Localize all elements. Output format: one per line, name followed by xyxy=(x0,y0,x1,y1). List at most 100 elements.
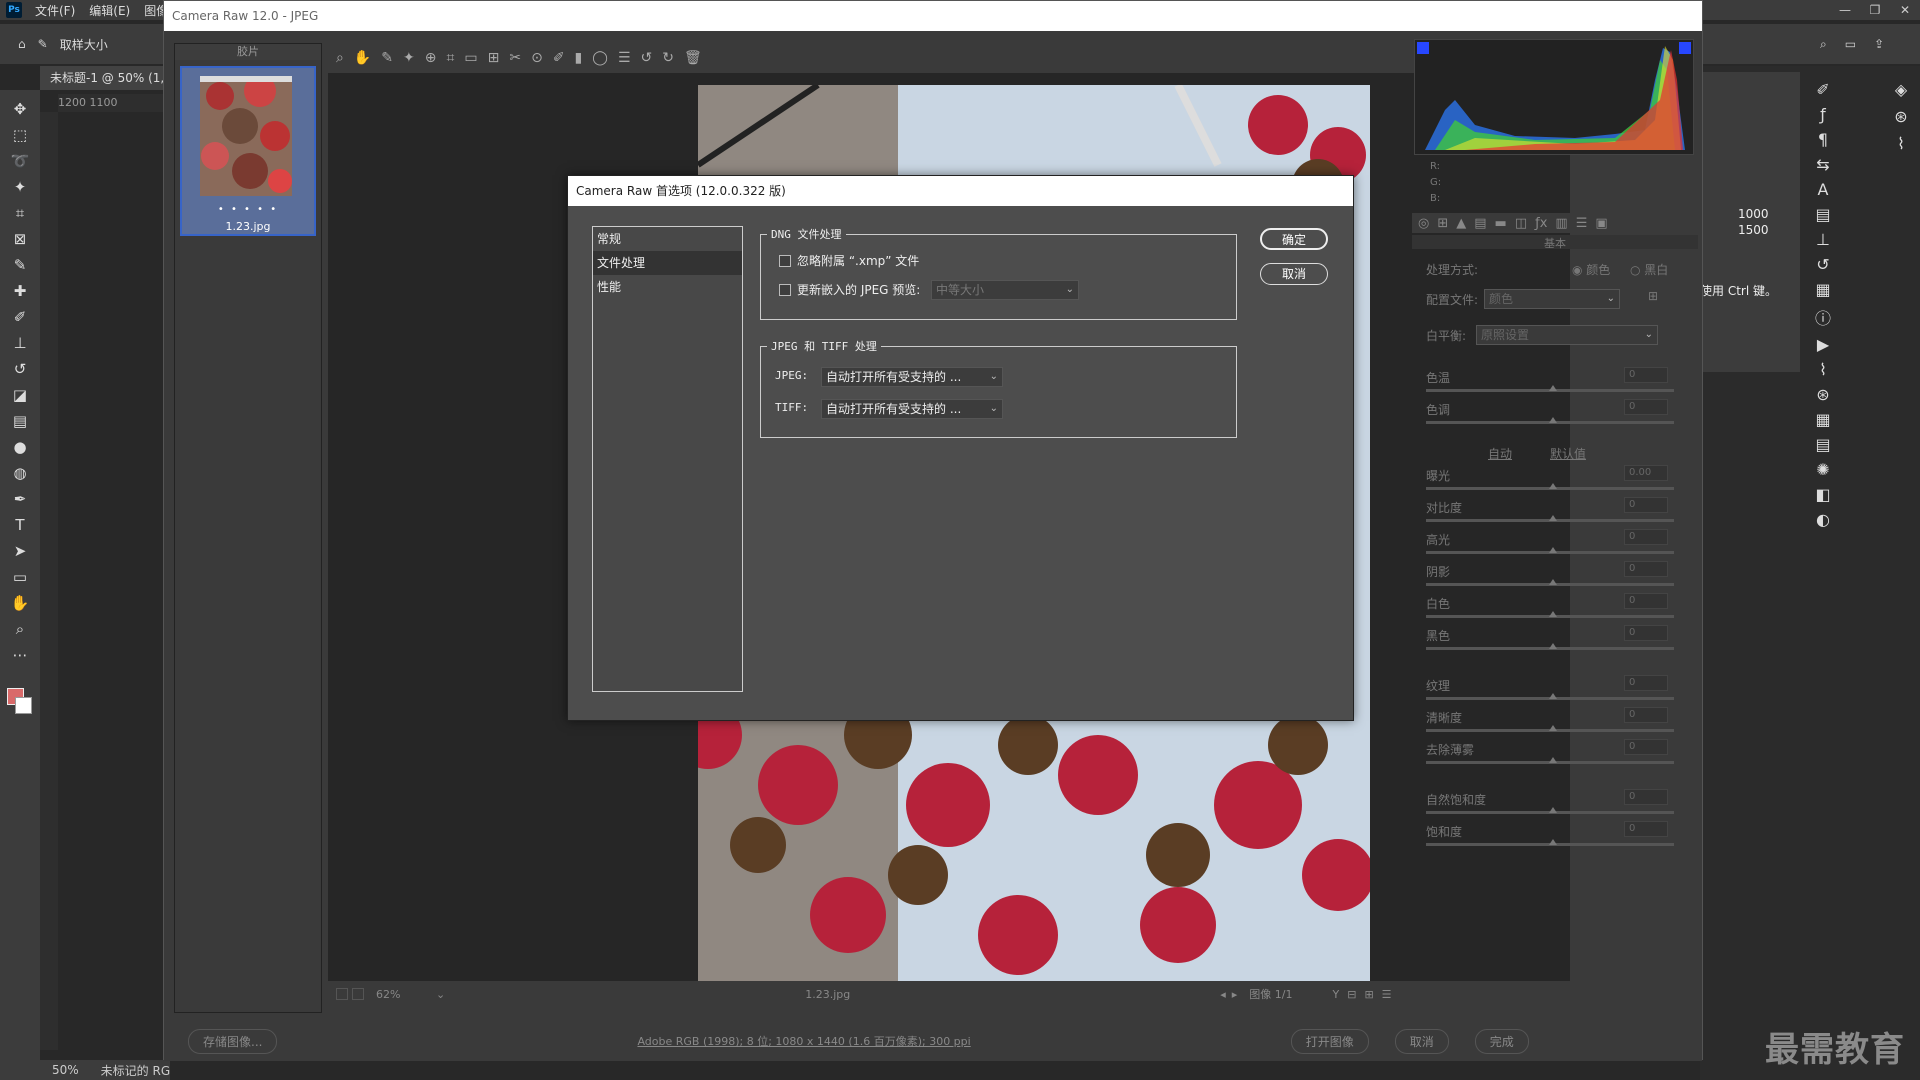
slider-value-field[interactable]: 0.00 xyxy=(1624,465,1668,481)
nav-file-handling[interactable]: 文件处理 xyxy=(593,251,742,275)
timeline-icon[interactable]: ◧ xyxy=(1815,485,1830,504)
slider-value-field[interactable]: 0 xyxy=(1624,529,1668,545)
rotate-right-icon[interactable]: ↻ xyxy=(662,50,674,66)
status-zoom[interactable]: 50% xyxy=(52,1063,79,1077)
radial-filter-icon[interactable]: ◯ xyxy=(592,50,608,66)
trash-icon[interactable]: 🗑 xyxy=(684,50,702,66)
minimize-button[interactable]: — xyxy=(1830,3,1860,17)
shadow-clipping-warning[interactable] xyxy=(1417,42,1429,54)
slider-thumb[interactable] xyxy=(1549,807,1557,813)
background-color-swatch[interactable] xyxy=(15,697,32,714)
gradient-tool-icon[interactable]: ▤ xyxy=(5,408,35,434)
paths-panel-icon[interactable]: ⌇ xyxy=(1897,134,1905,153)
red-eye-icon[interactable]: ⊙ xyxy=(531,50,543,66)
home-icon[interactable]: ⌂ xyxy=(18,37,26,51)
slider-thumb[interactable] xyxy=(1549,643,1557,649)
brush-settings-icon[interactable]: ✐ xyxy=(1816,80,1829,99)
type-tool-icon[interactable]: T xyxy=(5,512,35,538)
slider-track[interactable] xyxy=(1426,385,1674,392)
brush-tool-icon[interactable]: ✐ xyxy=(5,304,35,330)
slider-thumb[interactable] xyxy=(1549,579,1557,585)
dodge-tool-icon[interactable]: ◍ xyxy=(5,460,35,486)
healing-brush-icon[interactable]: ✚ xyxy=(5,278,35,304)
nav-general[interactable]: 常规 xyxy=(593,227,742,251)
slider-track[interactable] xyxy=(1426,547,1674,554)
tiff-select[interactable]: 自动打开所有受支持的 ... ⌄ xyxy=(821,399,1003,419)
clone-source-icon[interactable]: ⊥ xyxy=(1816,230,1830,249)
slider-thumb[interactable] xyxy=(1549,417,1557,423)
toggle-icon[interactable]: ⊞ xyxy=(1364,988,1373,1001)
white-balance-icon[interactable]: ✎ xyxy=(381,50,393,66)
slider-thumb[interactable] xyxy=(1549,839,1557,845)
marquee-tool-icon[interactable]: ⬚ xyxy=(5,122,35,148)
snapshots-tab-icon[interactable]: ▣ xyxy=(1595,216,1607,231)
straighten-icon[interactable]: ▭ xyxy=(464,50,477,66)
eyedropper-icon[interactable]: ✎ xyxy=(5,252,35,278)
highlight-clipping-warning[interactable] xyxy=(1679,42,1691,54)
eyedropper-tool-icon[interactable]: ✎ xyxy=(38,37,48,51)
slider-track[interactable] xyxy=(1426,725,1674,732)
lasso-tool-icon[interactable]: ➰ xyxy=(5,148,35,174)
profile-browser-icon[interactable]: ⊞ xyxy=(1648,289,1658,303)
pen-tool-icon[interactable]: ✒ xyxy=(5,486,35,512)
restore-button[interactable]: ❐ xyxy=(1860,3,1890,17)
slider-track[interactable] xyxy=(1426,579,1674,586)
actions-icon[interactable]: ▶ xyxy=(1817,335,1829,354)
zoom-in-icon[interactable] xyxy=(352,988,364,1000)
slider-value-field[interactable]: 0 xyxy=(1624,367,1668,383)
slider-value-field[interactable]: 0 xyxy=(1624,497,1668,513)
slider-value-field[interactable]: 0 xyxy=(1624,625,1668,641)
slider-thumb[interactable] xyxy=(1549,385,1557,391)
blur-tool-icon[interactable]: ● xyxy=(5,434,35,460)
lens-tab-icon[interactable]: ◫ xyxy=(1515,216,1527,231)
target-adjust-icon[interactable]: ⊕ xyxy=(425,50,437,66)
close-button[interactable]: ✕ xyxy=(1890,3,1920,17)
crop-tool-icon[interactable]: ⌗ xyxy=(5,200,35,226)
slider-track[interactable] xyxy=(1426,807,1674,814)
slider-thumb[interactable] xyxy=(1549,611,1557,617)
slider-track[interactable] xyxy=(1426,611,1674,618)
slider-value-field[interactable]: 0 xyxy=(1624,821,1668,837)
slider-track[interactable] xyxy=(1426,757,1674,764)
hand-tool-icon[interactable]: ✋ xyxy=(354,50,371,66)
libraries-icon[interactable]: ▤ xyxy=(1815,205,1830,224)
slider-value-field[interactable]: 0 xyxy=(1624,789,1668,805)
rotate-left-icon[interactable]: ↺ xyxy=(641,50,653,66)
slider-value-field[interactable]: 0 xyxy=(1624,593,1668,609)
workflow-options-link[interactable]: Adobe RGB (1998); 8 位; 1080 x 1440 (1.6 … xyxy=(637,1033,970,1049)
frame-tool-icon[interactable]: ⊠ xyxy=(5,226,35,252)
slider-thumb[interactable] xyxy=(1549,693,1557,699)
channels-panel-icon[interactable]: ⊛ xyxy=(1894,107,1907,126)
table-icon[interactable]: ▦ xyxy=(1815,410,1830,429)
properties-icon[interactable]: ▦ xyxy=(1815,280,1830,299)
slider-track[interactable] xyxy=(1426,643,1674,650)
path-select-icon[interactable]: ➤ xyxy=(5,538,35,564)
update-jpeg-checkbox[interactable]: 更新嵌入的 JPEG 预览: xyxy=(779,281,920,298)
hand-tool-icon[interactable]: ✋ xyxy=(5,590,35,616)
save-image-button[interactable]: 存储图像... xyxy=(188,1028,278,1054)
slider-value-field[interactable]: 0 xyxy=(1624,707,1668,723)
zoom-value[interactable]: 62% xyxy=(376,988,436,1001)
slider-track[interactable] xyxy=(1426,839,1674,846)
preferences-icon[interactable]: ☰ xyxy=(618,50,631,66)
move-tool-icon[interactable]: ✥ xyxy=(5,96,35,122)
slider-thumb[interactable] xyxy=(1549,515,1557,521)
document-tab[interactable]: 未标题-1 @ 50% (1, xyxy=(40,66,170,90)
treatment-color-radio[interactable]: ◉ 颜色 xyxy=(1572,261,1610,278)
search-icon[interactable]: ⌕ xyxy=(1820,37,1827,52)
slider-thumb[interactable] xyxy=(1549,757,1557,763)
zoom-tool-icon[interactable]: ⌕ xyxy=(5,616,35,642)
crop-tool-icon[interactable]: ⌗ xyxy=(446,50,454,66)
filmstrip-thumbnail[interactable]: • • • • • 1.23.jpg xyxy=(180,66,316,236)
paths-icon[interactable]: ⌇ xyxy=(1819,360,1827,379)
done-button[interactable]: 完成 xyxy=(1474,1028,1529,1054)
eraser-tool-icon[interactable]: ◪ xyxy=(5,382,35,408)
split-tone-tab-icon[interactable]: ▬ xyxy=(1495,216,1507,231)
info-icon[interactable]: ⓘ xyxy=(1815,305,1831,329)
menu-edit[interactable]: 编辑(E) xyxy=(82,2,137,19)
fx-tab-icon[interactable]: ƒx xyxy=(1535,216,1547,231)
calibration-tab-icon[interactable]: ▥ xyxy=(1555,216,1567,231)
thumbnail-rating[interactable]: • • • • • xyxy=(182,204,314,215)
character-icon[interactable]: A xyxy=(1818,180,1829,199)
compare-icon[interactable]: ⊟ xyxy=(1347,988,1356,1001)
